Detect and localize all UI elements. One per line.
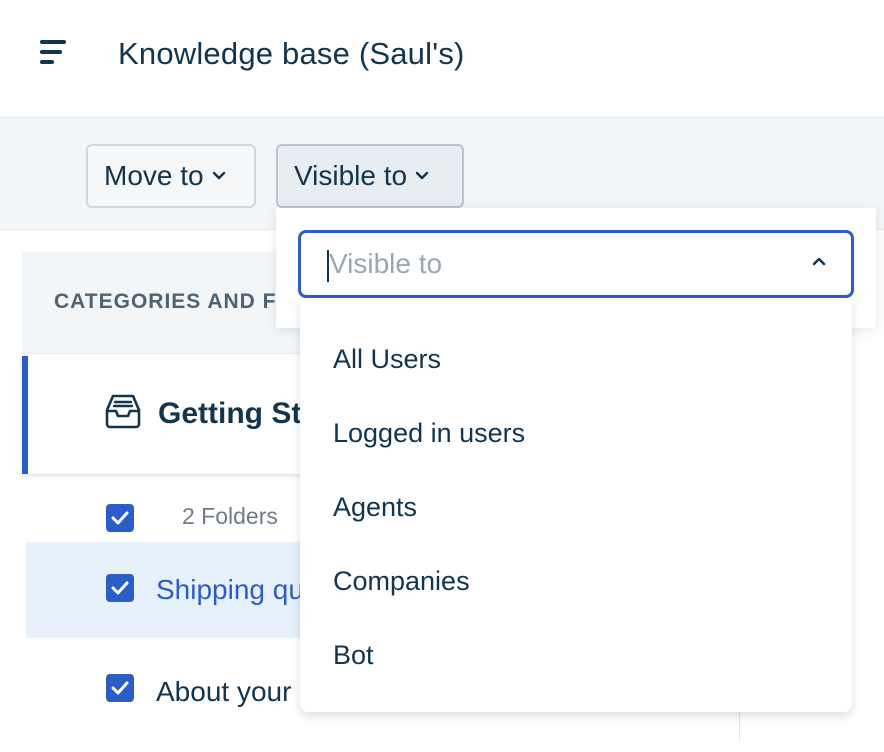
option-bot[interactable]: Bot [300, 618, 852, 692]
checkmark-icon [111, 511, 129, 525]
category-title: Getting St [158, 397, 302, 430]
move-to-button[interactable]: Move to [86, 144, 256, 208]
move-to-label: Move to [104, 160, 204, 191]
hamburger-menu-icon[interactable] [38, 38, 68, 68]
folder-row-checkbox[interactable] [106, 674, 134, 702]
chevron-down-icon [212, 171, 225, 180]
visible-to-search-field[interactable] [298, 230, 854, 298]
folders-count-label: 2 Folders [182, 503, 278, 529]
page-title: Knowledge base (Saul's) [118, 36, 465, 71]
chevron-down-icon [415, 171, 429, 180]
checkmark-icon [111, 581, 129, 595]
option-all-users[interactable]: All Users [300, 322, 852, 396]
visible-to-label: Visible to [294, 160, 408, 191]
folder-row-label[interactable]: About your [156, 676, 291, 708]
option-agents[interactable]: Agents [300, 470, 852, 544]
checkmark-icon [111, 681, 129, 695]
folder-row-label[interactable]: Shipping qu [156, 574, 304, 606]
option-logged-in-users[interactable]: Logged in users [300, 396, 852, 470]
visible-to-search-input[interactable] [327, 233, 787, 295]
option-companies[interactable]: Companies [300, 544, 852, 618]
inbox-icon [105, 394, 141, 429]
folder-row-checkbox[interactable] [106, 574, 134, 602]
visible-to-options-list: All Users Logged in users Agents Compani… [300, 298, 852, 712]
categories-header-label: CATEGORIES AND F [54, 290, 277, 313]
chevron-up-icon[interactable] [811, 255, 827, 267]
app-header: Knowledge base (Saul's) [0, 0, 884, 118]
visible-to-button[interactable]: Visible to [276, 144, 464, 208]
folders-checkbox[interactable] [106, 504, 134, 532]
text-cursor [327, 250, 329, 282]
